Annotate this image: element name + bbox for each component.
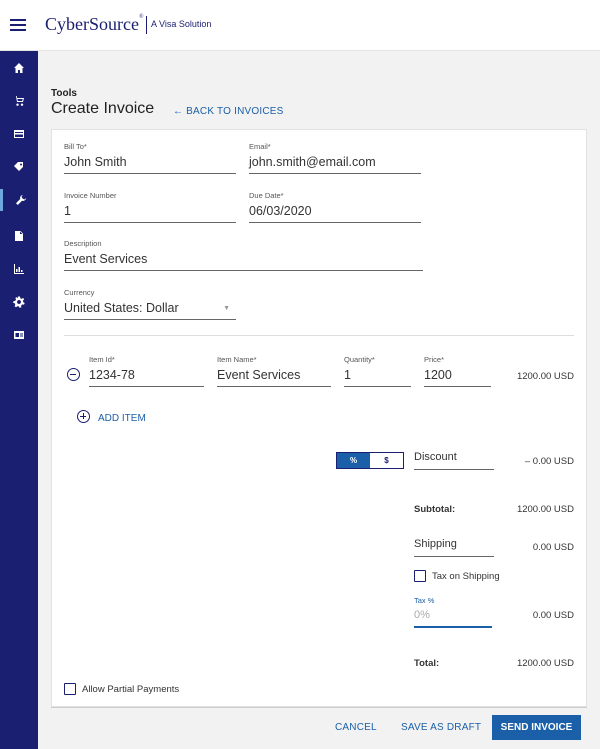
allow-partial-payments-checkbox[interactable] xyxy=(64,683,76,695)
quantity-input[interactable]: 1 xyxy=(344,366,411,387)
item-id-label: Item Id* xyxy=(89,355,115,364)
sidebar-item-home[interactable] xyxy=(0,57,38,79)
tax-input[interactable]: 0% xyxy=(414,607,492,628)
document-icon xyxy=(15,231,23,241)
due-date-input[interactable]: 06/03/2020 xyxy=(249,202,421,223)
menu-icon[interactable] xyxy=(8,16,28,34)
price-label: Price* xyxy=(424,355,445,364)
tax-field[interactable]: Tax % 0% xyxy=(414,596,492,628)
discount-input[interactable]: Discount xyxy=(414,449,494,470)
tax-amount: 0.00 USD xyxy=(532,610,574,621)
discount-type-toggle[interactable]: % $ xyxy=(336,452,404,469)
tax-on-shipping-label: Tax on Shipping xyxy=(432,571,500,582)
price-field[interactable]: Price* 1200 xyxy=(424,355,491,387)
remove-item-icon[interactable] xyxy=(67,368,80,381)
action-footer: CANCEL SAVE AS DRAFT SEND INVOICE xyxy=(51,707,587,749)
top-bar: CyberSource® A Visa Solution xyxy=(0,0,600,51)
sidebar-item-reports[interactable] xyxy=(0,258,38,280)
bar-chart-icon xyxy=(14,264,24,274)
tags-icon xyxy=(14,162,23,171)
description-field[interactable]: Description Event Services xyxy=(64,239,423,271)
send-invoice-button[interactable]: SEND INVOICE xyxy=(492,715,581,740)
currency-select[interactable]: United States: Dollar xyxy=(64,299,236,320)
currency-label: Currency xyxy=(64,288,95,297)
home-icon xyxy=(14,63,24,73)
item-id-field[interactable]: Item Id* 1234-78 xyxy=(89,355,204,387)
add-item-icon[interactable] xyxy=(77,410,90,423)
chevron-down-icon: ▼ xyxy=(223,305,230,312)
gear-icon xyxy=(13,296,25,308)
due-date-label: Due Date* xyxy=(249,191,284,200)
sidebar-item-documents[interactable] xyxy=(0,225,38,247)
price-input[interactable]: 1200 xyxy=(424,366,491,387)
brand-logo: CyberSource® xyxy=(45,14,144,34)
invoice-number-label: Invoice Number xyxy=(64,191,117,200)
item-name-field[interactable]: Item Name* Event Services xyxy=(217,355,331,387)
add-item-button[interactable]: ADD ITEM xyxy=(98,413,146,424)
sidebar-item-cart[interactable] xyxy=(0,90,38,112)
bill-to-field[interactable]: Bill To* John Smith xyxy=(64,142,236,174)
due-date-field[interactable]: Due Date* 06/03/2020 xyxy=(249,191,421,223)
description-label: Description xyxy=(64,239,102,248)
quantity-label: Quantity* xyxy=(344,355,375,364)
invoice-form-card: Bill To* John Smith Email* john.smith@em… xyxy=(51,129,587,707)
shipping-input[interactable]: Shipping xyxy=(414,536,494,557)
currency-field[interactable]: Currency United States: Dollar ▼ xyxy=(64,288,236,320)
discount-amount: – 0.00 USD xyxy=(524,456,574,467)
description-input[interactable]: Event Services xyxy=(64,250,423,271)
breadcrumb[interactable]: Tools xyxy=(51,88,77,99)
brand-divider xyxy=(146,16,147,34)
id-card-icon xyxy=(14,331,24,339)
discount-field[interactable]: Discount xyxy=(414,449,494,470)
page-title: Create Invoice xyxy=(51,100,155,117)
sidebar-item-tools[interactable] xyxy=(0,189,38,211)
item-name-label: Item Name* xyxy=(217,355,257,364)
cart-icon xyxy=(14,96,24,106)
item-id-input[interactable]: 1234-78 xyxy=(89,366,204,387)
dollar-toggle-option[interactable]: $ xyxy=(370,453,403,468)
cancel-button[interactable]: CANCEL xyxy=(335,722,377,733)
back-to-invoices-link[interactable]: ← BACK TO INVOICES xyxy=(173,106,283,117)
email-input[interactable]: john.smith@email.com xyxy=(249,153,421,174)
bill-to-input[interactable]: John Smith xyxy=(64,153,236,174)
tax-label: Tax % xyxy=(414,596,435,605)
section-divider xyxy=(64,335,574,336)
subtotal-amount: 1200.00 USD xyxy=(516,504,574,515)
subtotal-label: Subtotal: xyxy=(414,504,456,515)
bill-to-label: Bill To* xyxy=(64,142,87,151)
save-as-draft-button[interactable]: SAVE AS DRAFT xyxy=(401,722,481,733)
total-label: Total: xyxy=(414,658,440,669)
allow-partial-payments-label: Allow Partial Payments xyxy=(82,684,180,695)
total-amount: 1200.00 USD xyxy=(516,658,574,669)
tax-on-shipping-checkbox[interactable] xyxy=(414,570,426,582)
sidebar-item-payments[interactable] xyxy=(0,123,38,145)
invoice-number-field[interactable]: Invoice Number 1 xyxy=(64,191,236,223)
shipping-field[interactable]: Shipping xyxy=(414,536,494,557)
percent-toggle-option[interactable]: % xyxy=(337,453,370,468)
email-label: Email* xyxy=(249,142,271,151)
sidebar xyxy=(0,51,38,749)
sidebar-item-accounts[interactable] xyxy=(0,324,38,346)
invoice-number-input[interactable]: 1 xyxy=(64,202,236,223)
sidebar-item-settings[interactable] xyxy=(0,291,38,313)
card-icon xyxy=(14,130,24,138)
line-total: 1200.00 USD xyxy=(516,371,574,382)
wrench-icon xyxy=(15,195,26,205)
brand-subtitle: A Visa Solution xyxy=(151,19,212,29)
quantity-field[interactable]: Quantity* 1 xyxy=(344,355,411,387)
sidebar-item-tags[interactable] xyxy=(0,156,38,178)
shipping-amount: 0.00 USD xyxy=(532,542,574,553)
email-field[interactable]: Email* john.smith@email.com xyxy=(249,142,421,174)
item-name-input[interactable]: Event Services xyxy=(217,366,331,387)
